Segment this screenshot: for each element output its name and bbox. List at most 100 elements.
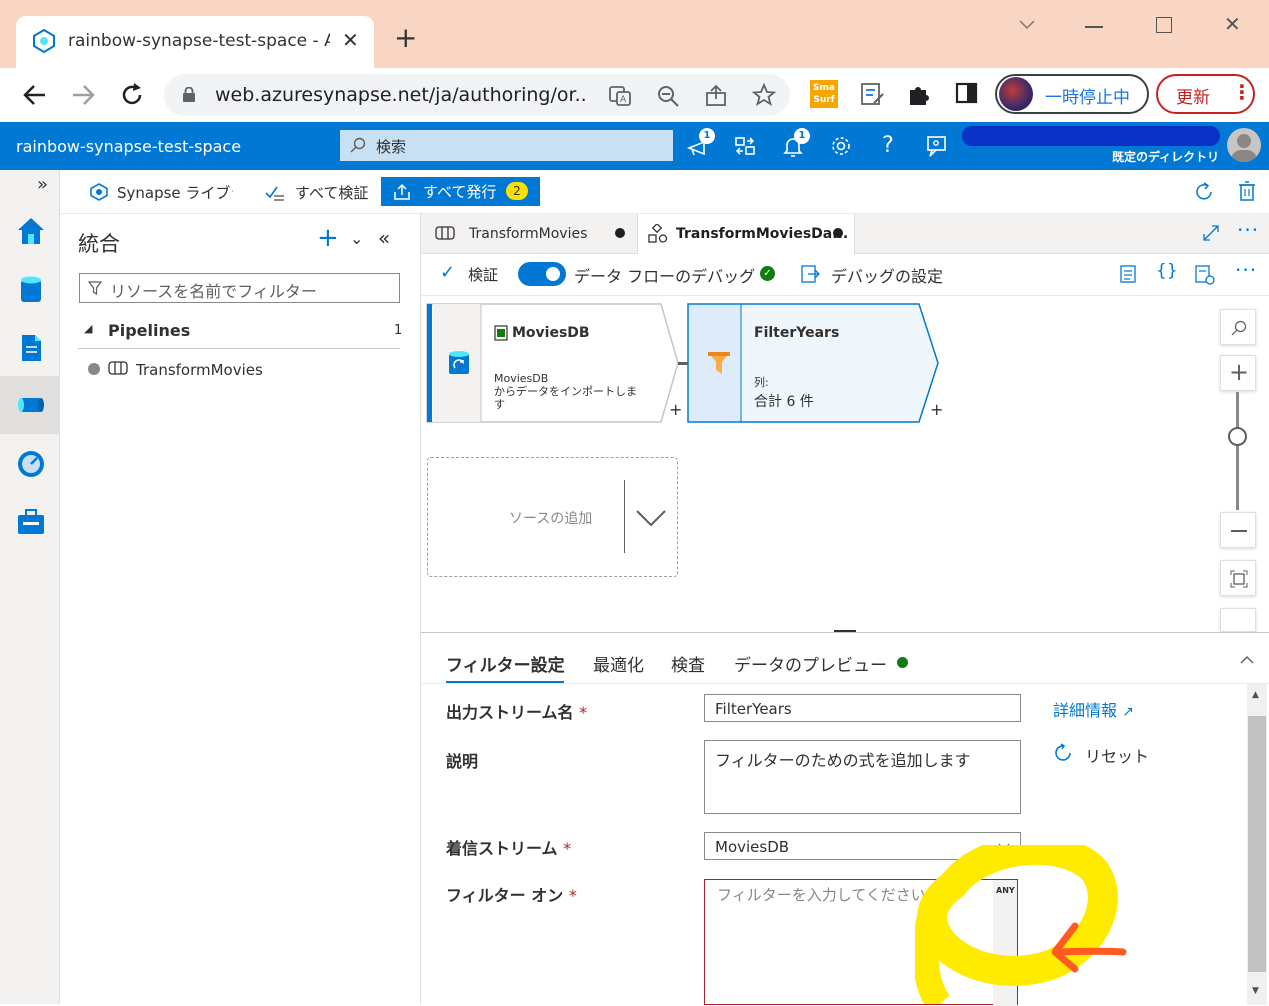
pipelines-section[interactable]: Pipelines (108, 321, 190, 340)
refresh-icon[interactable] (1193, 181, 1215, 203)
add-transform-button[interactable]: + (930, 400, 943, 419)
bookmark-star-icon[interactable] (752, 83, 776, 107)
close-tab-icon[interactable]: ✕ (342, 28, 359, 52)
workspace-name[interactable]: rainbow-synapse-test-space (16, 137, 241, 156)
tab-data-preview[interactable]: データのプレビュー (734, 651, 887, 676)
directory-name: 既定のディレクトリ (1112, 150, 1220, 164)
zoom-out-icon[interactable] (656, 84, 680, 108)
output-stream-input[interactable]: FilterYears (704, 694, 1021, 722)
side-panel-icon[interactable] (955, 81, 979, 105)
notes-extension-icon[interactable] (859, 81, 885, 107)
debug-label: データ フローのデバッグ (574, 267, 756, 286)
tab-optimize[interactable]: 最適化 (593, 651, 644, 676)
publish-all-button[interactable]: すべて発行 2 (381, 177, 540, 206)
tab-filter-settings[interactable]: フィルター設定 (446, 651, 565, 676)
fit-to-screen-button[interactable] (1220, 560, 1256, 596)
canvas-search-button[interactable] (1220, 309, 1256, 345)
lock-icon[interactable] (182, 87, 196, 103)
profile-paused-button[interactable]: 一時停止中 (995, 74, 1149, 114)
help-icon[interactable]: ? (876, 134, 900, 158)
zoom-slider-thumb[interactable] (1228, 427, 1247, 446)
validate-button[interactable]: 検証 (468, 264, 498, 285)
add-transform-button[interactable]: + (669, 400, 682, 419)
add-source-box[interactable]: ソースの追加 (427, 457, 678, 577)
more-options-icon[interactable]: ··· (1237, 218, 1259, 242)
develop-hub-icon[interactable] (16, 333, 46, 363)
resource-filter-input[interactable]: リソースを名前でフィルター (79, 273, 400, 303)
tab-transform-movies[interactable]: TransformMovies (421, 214, 637, 254)
validate-all-button[interactable]: すべて検証 (295, 182, 368, 203)
filter-on-label: フィルター オン * (446, 886, 577, 905)
browser-tabstrip: rainbow-synapse-test-space - Azure ✕ + ✕ (0, 0, 1269, 68)
chevron-down-icon[interactable] (635, 508, 667, 528)
url-text[interactable]: web.azuresynapse.net/ja/authoring/or... (215, 84, 585, 106)
document-tabs: TransformMovies TransformMoviesDa... ··· (421, 214, 1269, 254)
back-icon[interactable] (22, 83, 48, 107)
settings-gear-icon[interactable] (829, 134, 853, 158)
scroll-up-icon[interactable]: ▲ (1252, 690, 1259, 700)
source-node-description: MoviesDB からデータをインポートしま す (494, 372, 637, 411)
maximize-icon[interactable] (1156, 17, 1172, 33)
feedback-icon[interactable] (925, 134, 949, 158)
debug-status-check-icon: ✓ (760, 266, 775, 281)
collapse-all-icon[interactable]: ⌄ (350, 229, 363, 248)
data-preview-script-icon[interactable] (1118, 264, 1138, 284)
discard-all-icon[interactable] (1236, 180, 1258, 202)
manage-hub-icon[interactable] (16, 507, 46, 537)
more-options-icon[interactable]: ··· (1235, 258, 1257, 282)
window-close-icon[interactable]: ✕ (1224, 12, 1241, 36)
share-icon[interactable] (704, 84, 728, 108)
avatar (999, 77, 1033, 111)
reload-icon[interactable] (119, 82, 145, 108)
dataflow-canvas[interactable]: MoviesDB MoviesDB からデータをインポートしま す + Filt… (421, 296, 1269, 633)
properties-icon[interactable] (1194, 264, 1216, 286)
update-button[interactable]: 更新 ⋮ (1156, 74, 1255, 114)
expand-icon[interactable] (1203, 225, 1219, 241)
zoom-out-button[interactable] (1220, 512, 1256, 548)
details-link[interactable]: 詳細情報 ↗ (1053, 697, 1134, 721)
debug-toggle[interactable] (518, 262, 566, 286)
expand-triangle-icon[interactable]: ◢ (84, 322, 92, 335)
collapse-pane-chevron-icon[interactable] (1240, 655, 1254, 665)
reset-button[interactable]: リセット (1085, 743, 1149, 767)
list-item[interactable]: TransformMovies (136, 361, 263, 379)
left-nav-rail: » (0, 170, 60, 1004)
add-source-label: ソースの追加 (509, 511, 593, 527)
forward-icon[interactable] (70, 83, 96, 107)
debug-settings-button[interactable]: デバッグの設定 (831, 263, 943, 287)
directory-switch-icon[interactable] (733, 134, 757, 158)
tab-search-icon[interactable] (1018, 18, 1036, 32)
user-avatar[interactable] (1227, 128, 1261, 162)
minus-icon (1231, 530, 1247, 532)
scroll-down-icon[interactable]: ▼ (1252, 986, 1259, 996)
scrollbar-thumb[interactable] (1248, 716, 1266, 972)
kebab-menu-icon[interactable]: ⋮ (1232, 80, 1252, 104)
zoom-slider-track[interactable] (1236, 392, 1239, 510)
minimize-icon[interactable] (1085, 26, 1103, 28)
monitor-hub-icon[interactable] (16, 449, 46, 479)
data-hub-icon[interactable] (16, 275, 46, 305)
zoom-in-button[interactable]: + (1220, 355, 1256, 391)
tab-transform-movies-dataflow[interactable]: TransformMoviesDa... (637, 214, 855, 254)
vertical-scrollbar[interactable]: ▲ ▼ (1247, 684, 1267, 1005)
notifications-badge: 1 (794, 128, 810, 144)
synapse-live-mode[interactable]: Synapse ライブラリ (117, 182, 233, 203)
auto-align-button[interactable] (1220, 608, 1256, 632)
home-icon[interactable] (16, 216, 46, 246)
search-box[interactable]: 検索 (340, 130, 673, 161)
tab-inspect[interactable]: 検査 (671, 651, 705, 676)
browser-tab[interactable]: rainbow-synapse-test-space - Azure ✕ (16, 16, 374, 68)
new-tab-button[interactable]: + (394, 24, 417, 52)
collapse-pane-icon[interactable]: « (378, 226, 390, 250)
extensions-puzzle-icon[interactable] (906, 81, 932, 107)
integrate-hub-icon[interactable] (16, 390, 46, 420)
filter-funnel-icon (708, 352, 730, 374)
tab-label: TransformMovies (469, 226, 588, 242)
description-textarea[interactable]: フィルターのための式を追加します (704, 740, 1021, 814)
expand-nav-icon[interactable]: » (37, 174, 48, 195)
smasurf-extension-icon[interactable]: Sma Surf (810, 80, 838, 108)
code-icon[interactable]: {} (1156, 261, 1178, 281)
translate-icon[interactable]: A (608, 84, 632, 108)
omnibox[interactable]: web.azuresynapse.net/ja/authoring/or... … (164, 74, 790, 116)
add-resource-icon[interactable]: + (317, 225, 339, 251)
